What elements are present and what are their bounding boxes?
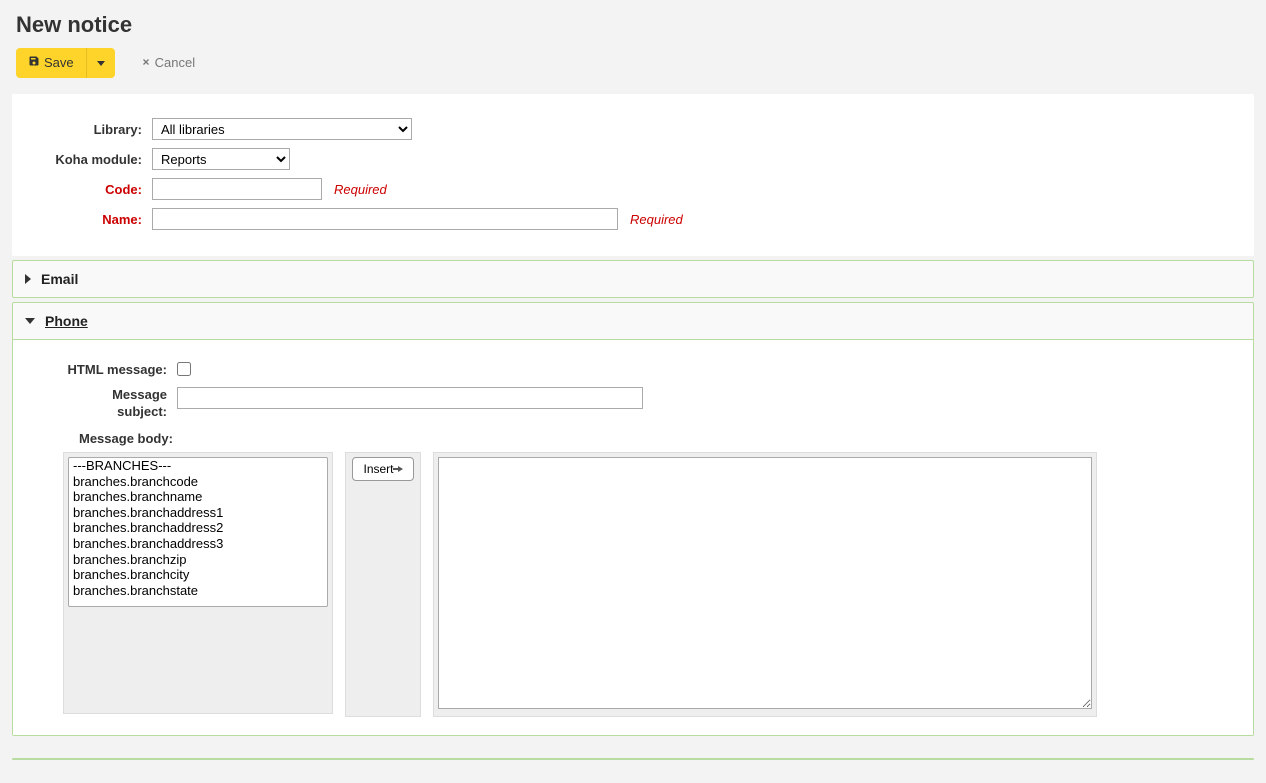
field-option[interactable]: branches.branchaddress2: [69, 520, 327, 536]
field-option[interactable]: branches.branchcity: [69, 567, 327, 583]
caret-down-icon: [25, 318, 35, 324]
field-option[interactable]: branches.branchstate: [69, 583, 327, 599]
module-select[interactable]: Reports: [152, 148, 290, 170]
email-section-header[interactable]: Email: [13, 261, 1253, 297]
html-message-label: HTML message:: [27, 362, 177, 377]
cancel-button-label: Cancel: [155, 54, 195, 72]
page-title: New notice: [0, 0, 1266, 48]
message-subject-label: Messagesubject:: [27, 387, 177, 421]
field-option[interactable]: branches.branchaddress3: [69, 536, 327, 552]
module-label: Koha module:: [12, 152, 152, 167]
save-button-label: Save: [44, 54, 74, 72]
name-required-hint: Required: [630, 212, 683, 227]
field-listbox[interactable]: ---BRANCHES---branches.branchcodebranche…: [68, 457, 328, 607]
code-required-hint: Required: [334, 182, 387, 197]
next-section: [12, 758, 1254, 760]
body-textarea-panel: [433, 452, 1097, 717]
field-option[interactable]: ---BRANCHES---: [69, 458, 327, 474]
phone-section-label: Phone: [45, 313, 88, 329]
caret-right-icon: [25, 274, 31, 284]
message-body-label: Message body:: [79, 431, 1239, 446]
message-subject-input[interactable]: [177, 387, 643, 409]
field-option[interactable]: branches.branchzip: [69, 552, 327, 568]
phone-section: Phone HTML message: Messagesubject: Mess…: [12, 302, 1254, 736]
name-input[interactable]: [152, 208, 618, 230]
phone-section-header[interactable]: Phone: [13, 303, 1253, 339]
email-section-label: Email: [41, 271, 78, 287]
insert-button-label: Insert: [363, 462, 393, 476]
html-message-checkbox[interactable]: [177, 362, 191, 376]
library-label: Library:: [12, 122, 152, 137]
field-option[interactable]: branches.branchname: [69, 489, 327, 505]
arrow-right-icon: [398, 466, 403, 472]
field-option[interactable]: branches.branchcode: [69, 474, 327, 490]
name-label: Name:: [12, 212, 152, 227]
save-button-group: Save: [16, 48, 115, 78]
close-icon: [141, 54, 151, 72]
save-dropdown-toggle[interactable]: [87, 48, 115, 78]
email-section: Email: [12, 260, 1254, 298]
form-card: Library: All libraries Koha module: Repo…: [12, 94, 1254, 256]
insert-button[interactable]: Insert: [352, 457, 413, 481]
cancel-button[interactable]: Cancel: [129, 48, 207, 78]
caret-down-icon: [97, 61, 105, 66]
code-input[interactable]: [152, 178, 322, 200]
toolbar: Save Cancel: [0, 48, 1266, 94]
message-body-textarea[interactable]: [438, 457, 1092, 709]
phone-section-body: HTML message: Messagesubject: Message bo…: [13, 339, 1253, 735]
save-button[interactable]: Save: [16, 48, 87, 78]
field-option[interactable]: branches.branchaddress1: [69, 505, 327, 521]
save-icon: [28, 54, 40, 72]
code-label: Code:: [12, 182, 152, 197]
insert-panel: Insert: [345, 452, 421, 717]
field-list-panel: ---BRANCHES---branches.branchcodebranche…: [63, 452, 333, 714]
library-select[interactable]: All libraries: [152, 118, 412, 140]
